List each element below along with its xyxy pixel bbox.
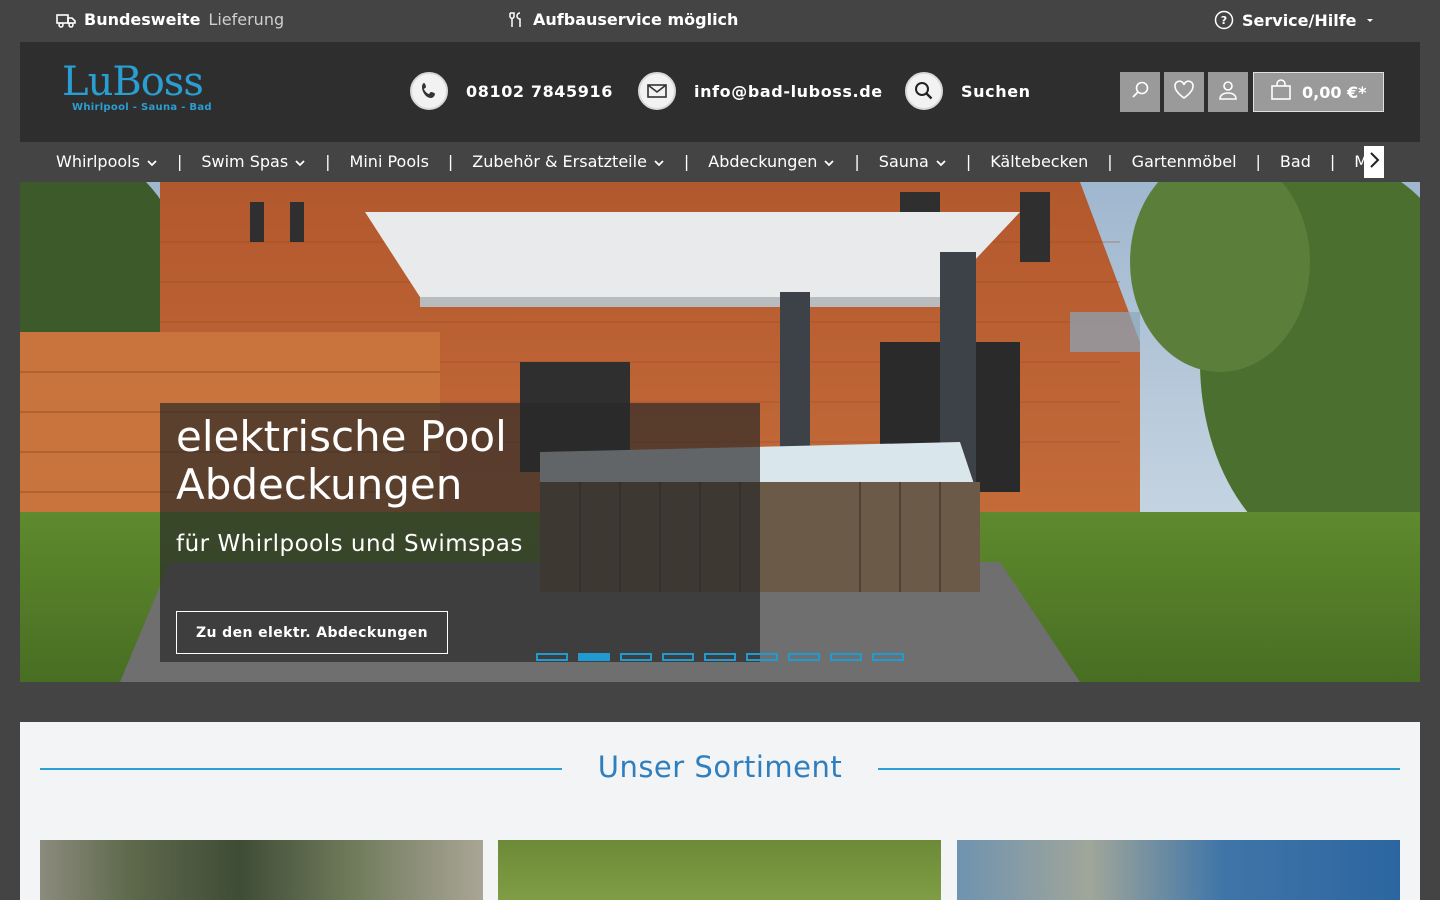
category-card-image[interactable] bbox=[498, 840, 941, 900]
nav-separator: | bbox=[447, 152, 454, 171]
chevron-down-icon bbox=[653, 152, 665, 171]
nav-item-label: Sauna bbox=[878, 152, 929, 171]
slider-dot[interactable] bbox=[872, 653, 904, 661]
logo-tagline: Whirlpool - Sauna - Bad bbox=[72, 102, 212, 113]
delivery-bold-text: Bundesweite bbox=[84, 10, 201, 29]
slider-dot[interactable] bbox=[704, 653, 736, 661]
slider-dot[interactable] bbox=[830, 653, 862, 661]
delivery-info: Bundesweite Lieferung bbox=[56, 10, 284, 29]
nav-item[interactable]: Abdeckungen bbox=[708, 152, 835, 171]
hero-subtitle: für Whirlpools und Swimspas bbox=[176, 531, 523, 557]
search-link[interactable]: Suchen bbox=[905, 72, 1031, 110]
nav-item-label: Swim Spas bbox=[201, 152, 289, 171]
assortment-section: Unser Sortiment bbox=[20, 722, 1420, 900]
hero-slider[interactable]: elektrische Pool Abdeckungen für Whirlpo… bbox=[20, 182, 1420, 682]
nav-item[interactable]: Whirlpools bbox=[56, 152, 158, 171]
nav-separator: | bbox=[325, 152, 331, 171]
section-title: Unser Sortiment bbox=[597, 750, 843, 784]
assembly-info: Aufbauservice möglich bbox=[507, 10, 738, 29]
nav-item[interactable]: Swim Spas bbox=[201, 152, 306, 171]
slider-dot[interactable] bbox=[578, 653, 610, 661]
hero-caption: elektrische Pool Abdeckungen für Whirlpo… bbox=[160, 403, 760, 662]
search-button[interactable] bbox=[1120, 72, 1160, 112]
tools-icon bbox=[507, 11, 525, 29]
truck-icon bbox=[56, 12, 76, 28]
nav-item-label: Abdeckungen bbox=[708, 152, 818, 171]
nav-separator: | bbox=[965, 152, 972, 171]
wishlist-button[interactable] bbox=[1164, 72, 1204, 112]
category-card-image[interactable] bbox=[957, 840, 1400, 900]
search-icon bbox=[1130, 80, 1150, 104]
slider-dot[interactable] bbox=[620, 653, 652, 661]
slider-dot[interactable] bbox=[788, 653, 820, 661]
nav-separator: | bbox=[854, 152, 860, 171]
account-button[interactable] bbox=[1208, 72, 1248, 112]
slider-dot[interactable] bbox=[662, 653, 694, 661]
nav-item-label: Gartenmöbel bbox=[1131, 152, 1237, 171]
logo-wordmark: LuBoss bbox=[62, 59, 204, 105]
help-circle-icon: ? bbox=[1214, 10, 1234, 30]
nav-scroll-next[interactable] bbox=[1364, 146, 1384, 178]
nav-item[interactable]: Sauna bbox=[879, 152, 947, 171]
slider-dots bbox=[536, 653, 904, 661]
nav-separator: | bbox=[1255, 152, 1261, 171]
cart-total: 0,00 €* bbox=[1302, 82, 1367, 102]
nav-list: Whirlpools | Swim Spas | Mini Pools | Zubehör … bbox=[56, 152, 1366, 171]
search-icon bbox=[905, 72, 943, 110]
service-label[interactable]: Service/Hilfe bbox=[1242, 11, 1357, 30]
heart-icon bbox=[1173, 80, 1195, 104]
chevron-down-icon bbox=[146, 152, 158, 171]
nav-item[interactable]: Bad bbox=[1280, 152, 1311, 171]
hero-cta-button[interactable]: Zu den elektr. Abdeckungen bbox=[176, 611, 448, 654]
nav-separator: | bbox=[1329, 152, 1336, 171]
email-address[interactable]: info@bad-luboss.de bbox=[694, 82, 883, 101]
chevron-down-icon bbox=[823, 152, 835, 171]
chevron-down-icon bbox=[294, 152, 306, 171]
shopping-bag-icon bbox=[1270, 79, 1292, 105]
nav-separator: | bbox=[683, 152, 690, 171]
phone-icon bbox=[410, 72, 448, 110]
delivery-light-text: Lieferung bbox=[208, 10, 285, 29]
service-menu[interactable]: ? Service/Hilfe bbox=[1214, 10, 1375, 30]
cart-button[interactable]: 0,00 €* bbox=[1253, 72, 1384, 112]
main-navigation: Whirlpools | Swim Spas | Mini Pools | Zubehör … bbox=[20, 142, 1420, 182]
search-label[interactable]: Suchen bbox=[961, 82, 1031, 101]
nav-item[interactable]: Zubehör & Ersatzteile bbox=[472, 152, 665, 171]
nav-item-label: Zubehör & Ersatzteile bbox=[472, 152, 647, 171]
slider-dot[interactable] bbox=[746, 653, 778, 661]
user-icon bbox=[1218, 80, 1238, 104]
phone-number[interactable]: 08102 7845916 bbox=[466, 82, 613, 101]
caret-down-icon bbox=[1365, 16, 1375, 24]
nav-item-label: Bad bbox=[1279, 152, 1311, 171]
title-divider-right bbox=[878, 768, 1400, 770]
svg-text:?: ? bbox=[1221, 14, 1227, 27]
nav-item[interactable]: Kältebecken bbox=[990, 152, 1088, 171]
slider-dot[interactable] bbox=[536, 653, 568, 661]
nav-item-label: Kältebecken bbox=[990, 152, 1089, 171]
phone-contact[interactable]: 08102 7845916 bbox=[410, 72, 613, 110]
mail-icon bbox=[638, 72, 676, 110]
top-info-bar: Bundesweite Lieferung Aufbauservice mögl… bbox=[0, 0, 1440, 42]
hero-title: elektrische Pool Abdeckungen bbox=[176, 412, 507, 509]
email-contact[interactable]: info@bad-luboss.de bbox=[638, 72, 883, 110]
category-card-image[interactable] bbox=[40, 840, 483, 900]
nav-item[interactable]: Gartenmöbel bbox=[1132, 152, 1237, 171]
chevron-right-icon bbox=[1368, 151, 1380, 173]
site-header: LuBoss Whirlpool - Sauna - Bad 08102 784… bbox=[20, 42, 1420, 142]
logo[interactable]: LuBoss Whirlpool - Sauna - Bad bbox=[62, 62, 222, 120]
assembly-text: Aufbauservice möglich bbox=[533, 10, 739, 29]
nav-item-label: Mini Pools bbox=[349, 152, 429, 171]
nav-separator: | bbox=[176, 152, 183, 171]
nav-item-label: Whirlpools bbox=[56, 152, 140, 171]
nav-item[interactable]: Mini Pools bbox=[350, 152, 429, 171]
nav-separator: | bbox=[1107, 152, 1113, 171]
chevron-down-icon bbox=[935, 152, 947, 171]
